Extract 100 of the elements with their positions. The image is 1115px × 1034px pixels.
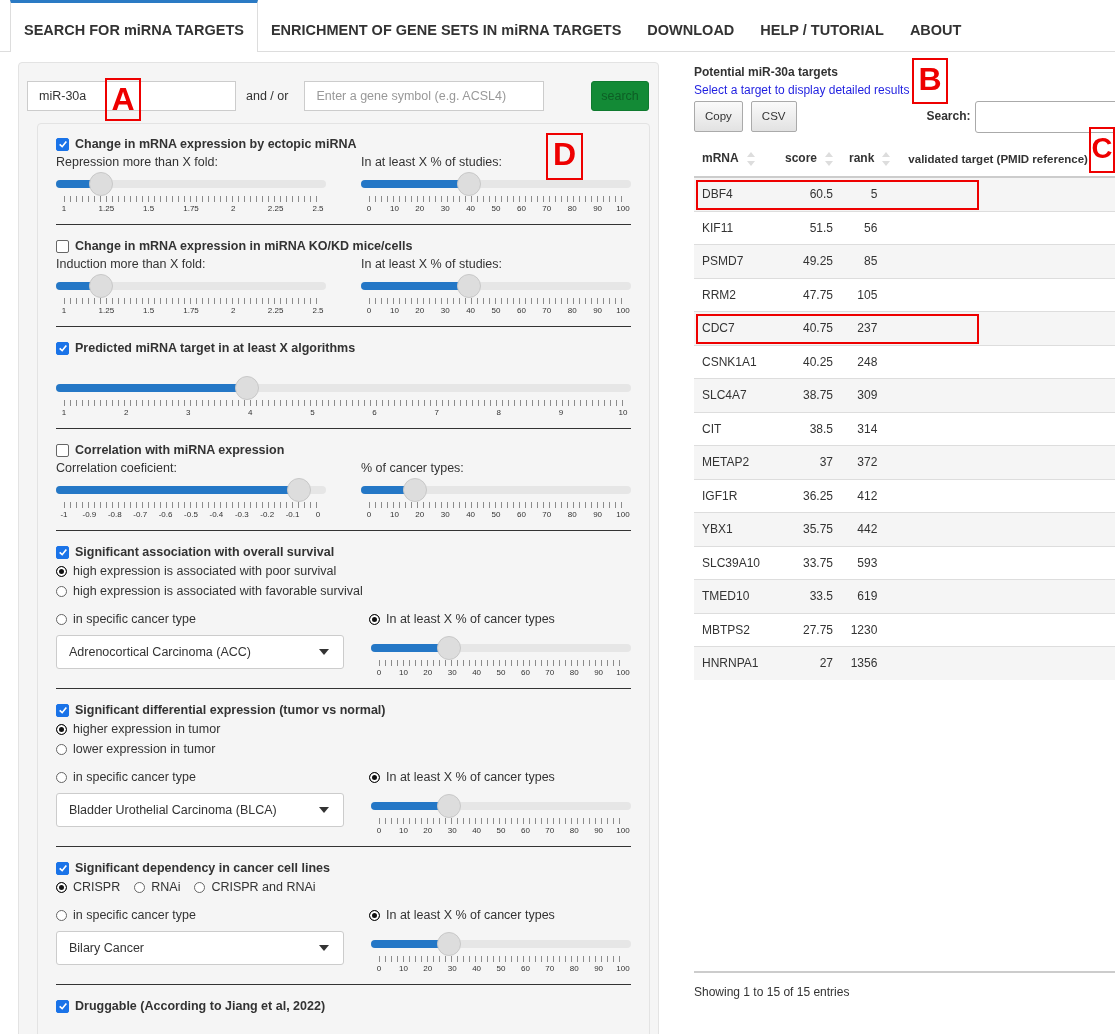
check-icon	[57, 343, 68, 353]
table-cell: 37	[770, 445, 841, 479]
nav-tab[interactable]: DOWNLOAD	[634, 0, 748, 52]
sort-icon	[825, 151, 833, 166]
tick-label: 2.25	[267, 306, 284, 315]
tick-label: 2.25	[267, 204, 284, 213]
table-cell: 1356	[841, 646, 899, 680]
slider[interactable]	[371, 932, 631, 956]
tick-label: 60	[516, 510, 526, 519]
radio-button[interactable]: CRISPR and RNAi	[194, 880, 316, 894]
radio-button[interactable]: In at least X % of cancer types	[369, 612, 631, 626]
tick-label: 90	[594, 826, 604, 835]
tick-label: 20	[423, 964, 433, 973]
slider[interactable]	[56, 274, 326, 298]
tick-label: 80	[567, 306, 577, 315]
filter-checkbox[interactable]: Predicted miRNA target in at least X algorithms	[56, 341, 631, 355]
nav-tab[interactable]: ABOUT	[896, 0, 975, 52]
filter-checkbox[interactable]: Significant differential expression (tumor vs normal)	[56, 703, 631, 717]
tick-label: 0	[366, 306, 372, 315]
tick-label: -0.2	[260, 510, 275, 519]
tick-label: -0.1	[285, 510, 300, 519]
annotation-label: A	[105, 78, 141, 121]
check-icon	[57, 139, 68, 149]
radio-button[interactable]: CRISPR	[56, 880, 121, 894]
nav-tab[interactable]: SEARCH FOR miRNA TARGETS	[10, 0, 258, 52]
caret-icon	[319, 945, 329, 951]
tick-label: 1.75	[183, 306, 199, 315]
table-cell: 619	[841, 579, 899, 613]
nav-tab[interactable]: ENRICHMENT OF GENE SETS IN miRNA TARGETS	[257, 0, 635, 52]
cancer-type-dropdown[interactable]: Bilary Cancer	[56, 931, 344, 965]
tick-label: 90	[593, 204, 603, 213]
cancer-type-dropdown[interactable]: Bladder Urothelial Carcinoma (BLCA)	[56, 793, 344, 827]
filter-checkbox[interactable]: Correlation with miRNA expression	[56, 443, 631, 457]
slider[interactable]	[361, 274, 631, 298]
caret-icon	[319, 649, 329, 655]
tick-label: 0	[366, 510, 372, 519]
sort-icon	[746, 151, 755, 166]
tick-label: -0.8	[107, 510, 122, 519]
radio-button[interactable]: RNAi	[134, 880, 181, 894]
slider[interactable]	[361, 172, 631, 196]
cancer-type-dropdown[interactable]: Adrenocortical Carcinoma (ACC)	[56, 635, 344, 669]
table-cell: METAP2	[694, 445, 770, 479]
tick-label: 2	[231, 306, 236, 315]
nav-tab[interactable]: HELP / TUTORIAL	[747, 0, 897, 52]
export-button[interactable]: Copy	[694, 100, 743, 132]
tick-label: 80	[569, 964, 579, 973]
radio-button[interactable]: in specific cancer type	[56, 770, 344, 784]
tick-label: 1.25	[98, 204, 115, 213]
tick-label: 20	[415, 204, 425, 213]
slider[interactable]	[371, 794, 631, 818]
slider[interactable]	[371, 636, 631, 660]
check-icon	[57, 547, 68, 557]
slider-label: % of cancer types:	[361, 461, 465, 477]
table-cell: 372	[841, 445, 899, 479]
radio-button[interactable]: higher expression in tumor	[56, 722, 631, 736]
tick-label: 50	[496, 668, 506, 677]
radio-button[interactable]: In at least X % of cancer types	[369, 770, 631, 784]
tick-label: 70	[542, 510, 552, 519]
tick-label: -0.9	[82, 510, 97, 519]
tick-label: 50	[491, 204, 501, 213]
gene-field[interactable]: Enter a gene symbol (e.g. ACSL4)	[304, 81, 545, 111]
annotation-label: C	[1089, 127, 1115, 173]
tick-label: 2	[231, 204, 236, 213]
tick-label: 60	[520, 668, 530, 677]
table-cell: 35.75	[770, 512, 841, 546]
check-icon	[57, 705, 68, 715]
tick-label: 80	[569, 668, 579, 677]
tick-label: 70	[542, 204, 552, 213]
radio-button[interactable]: high expression is associated with poor survival	[56, 564, 631, 578]
filter-checkbox[interactable]: Change in mRNA expression in miRNA KO/KD mice/cells	[56, 239, 631, 253]
slider[interactable]	[56, 376, 631, 400]
tick-label: 80	[567, 204, 577, 213]
radio-button[interactable]: in specific cancer type	[56, 612, 344, 626]
table-search-field[interactable]	[974, 101, 1115, 133]
tick-label: 10	[398, 668, 408, 677]
tick-label: 20	[415, 306, 425, 315]
filter-checkbox[interactable]: Significant association with overall survival	[56, 545, 631, 559]
slider[interactable]	[361, 478, 631, 502]
radio-button[interactable]: lower expression in tumor	[56, 742, 631, 756]
filter-checkbox[interactable]: Significant dependency in cancer cell lines	[56, 861, 631, 875]
slider[interactable]	[56, 172, 326, 196]
tick-label: 90	[594, 668, 604, 677]
slider-label: Induction more than X fold:	[56, 257, 207, 273]
tick-label: 70	[545, 826, 555, 835]
export-button[interactable]: CSV	[750, 100, 797, 132]
tick-label: 60	[520, 826, 530, 835]
tick-label: 0	[376, 826, 382, 835]
slider[interactable]	[56, 478, 326, 502]
tick-label: 100	[616, 668, 630, 677]
tick-label: 4	[248, 408, 253, 417]
table-cell: 442	[841, 512, 899, 546]
radio-button[interactable]: in specific cancer type	[56, 908, 344, 922]
table-cell: 309	[841, 378, 899, 412]
table-cell: YBX1	[694, 512, 770, 546]
filter-checkbox[interactable]: Druggable (According to Jiang et al, 2022)	[56, 999, 631, 1013]
tick-label: 90	[593, 306, 603, 315]
tick-label: 2	[123, 408, 129, 417]
search-label: Search:	[926, 109, 971, 123]
radio-button[interactable]: high expression is associated with favorable survival	[56, 584, 631, 598]
radio-button[interactable]: In at least X % of cancer types	[369, 908, 631, 922]
